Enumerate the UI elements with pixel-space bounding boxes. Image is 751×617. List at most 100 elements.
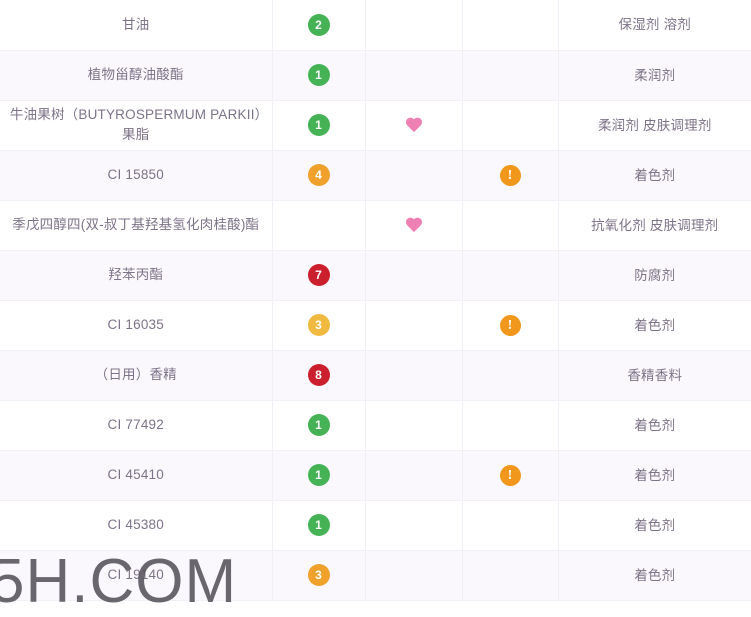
allergy-risk-cell: ! <box>462 300 559 351</box>
safety-score-badge: 8 <box>307 364 330 386</box>
warning-exclamation-icon: ! <box>499 314 521 336</box>
purpose-label: 着色剂 <box>634 467 676 483</box>
ingredient-name-cell: 季戊四醇四(双-叔丁基羟基氢化肉桂酸)酯 <box>0 200 273 251</box>
allergy-risk-cell <box>462 400 559 451</box>
acne-risk-cell <box>365 200 463 251</box>
safety-score-badge: 7 <box>307 264 330 286</box>
ingredient-safety-table: 甘油 2 保湿剂 溶剂植物甾醇油酸酯 1 柔润剂牛油果树（BUTYROSPERMUM P… <box>0 0 751 601</box>
ingredient-name-cell: CI 16035 <box>0 300 273 351</box>
purpose-cell: 着色剂 <box>558 300 751 351</box>
table-row[interactable]: CI 15850 4! 着色剂 <box>0 150 751 201</box>
safety-score-badge: 1 <box>307 114 330 136</box>
ingredient-name-cell: CI 15850 <box>0 150 273 201</box>
ingredient-name-label: 牛油果树（BUTYROSPERMUM PARKII）果脂 <box>9 107 262 142</box>
purpose-label: 香精香料 <box>627 367 683 383</box>
heart-icon <box>405 218 423 235</box>
ingredient-name-label: CI 16035 <box>107 317 164 332</box>
safety-score-badge: 1 <box>307 514 330 536</box>
table-row[interactable]: 牛油果树（BUTYROSPERMUM PARKII）果脂 1 柔润剂 皮肤调理剂 <box>0 100 751 151</box>
purpose-cell: 着色剂 <box>558 150 751 201</box>
ingredient-name-cell: CI 45410 <box>0 450 273 501</box>
acne-risk-cell <box>365 0 463 51</box>
acne-risk-cell <box>365 500 463 551</box>
allergy-risk-cell <box>462 100 559 151</box>
ingredient-name-label: CI 15850 <box>107 167 164 182</box>
ingredient-name-label: 甘油 <box>122 16 150 32</box>
table-row[interactable]: 季戊四醇四(双-叔丁基羟基氢化肉桂酸)酯 抗氧化剂 皮肤调理剂 <box>0 200 751 251</box>
purpose-cell: 柔润剂 <box>558 50 751 101</box>
safety-score-badge: 3 <box>307 564 330 586</box>
safety-score-badge: 2 <box>307 13 330 36</box>
table-row[interactable]: CI 19140 3 着色剂 <box>0 550 751 601</box>
table-row[interactable]: 羟苯丙酯 7 防腐剂 <box>0 250 751 301</box>
ingredient-name-label: 季戊四醇四(双-叔丁基羟基氢化肉桂酸)酯 <box>12 217 260 232</box>
acne-risk-cell <box>365 550 463 601</box>
safety-score-cell: 1 <box>272 450 366 501</box>
ingredient-name-label: CI 19140 <box>107 567 164 582</box>
allergy-risk-cell: ! <box>462 150 559 201</box>
purpose-cell: 柔润剂 皮肤调理剂 <box>558 100 751 151</box>
ingredient-name-label: 植物甾醇油酸酯 <box>87 67 184 82</box>
ingredient-name-cell: 羟苯丙酯 <box>0 250 273 301</box>
acne-risk-cell <box>365 50 463 101</box>
table-row[interactable]: CI 16035 3! 着色剂 <box>0 300 751 351</box>
purpose-cell: 香精香料 <box>558 350 751 401</box>
allergy-risk-cell <box>462 550 559 601</box>
ingredient-name-label: CI 77492 <box>107 417 164 432</box>
ingredient-name-cell: CI 77492 <box>0 400 273 451</box>
table-row[interactable]: CI 45380 1 着色剂 <box>0 500 751 551</box>
purpose-cell: 抗氧化剂 皮肤调理剂 <box>558 200 751 251</box>
acne-risk-cell <box>365 250 463 301</box>
allergy-risk-cell <box>462 200 559 251</box>
purpose-label: 防腐剂 <box>634 267 676 283</box>
safety-score-cell: 3 <box>272 550 366 601</box>
purpose-label: 着色剂 <box>634 167 676 183</box>
safety-score-cell: 1 <box>272 400 366 451</box>
ingredient-name-label: CI 45380 <box>107 517 164 532</box>
table-row[interactable]: CI 45410 1! 着色剂 <box>0 450 751 501</box>
ingredient-name-cell: CI 45380 <box>0 500 273 551</box>
warning-exclamation-icon: ! <box>499 164 521 186</box>
safety-score-badge: 3 <box>307 314 330 336</box>
ingredient-name-cell: 植物甾醇油酸酯 <box>0 50 273 101</box>
purpose-label: 柔润剂 皮肤调理剂 <box>597 117 712 133</box>
safety-score-cell: 1 <box>272 500 366 551</box>
allergy-risk-cell <box>462 350 559 401</box>
table-row[interactable]: CI 77492 1 着色剂 <box>0 400 751 451</box>
ingredient-name-label: CI 45410 <box>107 467 164 482</box>
table-row[interactable]: （日用）香精 8 香精香料 <box>0 350 751 401</box>
warning-exclamation-icon: ! <box>499 464 521 486</box>
table-row[interactable]: 植物甾醇油酸酯 1 柔润剂 <box>0 50 751 101</box>
purpose-cell: 着色剂 <box>558 500 751 551</box>
allergy-risk-cell <box>462 50 559 101</box>
purpose-cell: 防腐剂 <box>558 250 751 301</box>
acne-risk-cell <box>365 350 463 401</box>
purpose-cell: 着色剂 <box>558 450 751 501</box>
allergy-risk-cell: ! <box>462 450 559 501</box>
acne-risk-cell <box>365 400 463 451</box>
purpose-label: 着色剂 <box>634 417 676 433</box>
purpose-label: 保湿剂 溶剂 <box>618 17 691 33</box>
safety-score-cell: 4 <box>272 150 366 201</box>
safety-score-cell <box>272 200 366 251</box>
allergy-risk-cell <box>462 250 559 301</box>
ingredient-name-cell: CI 19140 <box>0 550 273 601</box>
purpose-label: 着色剂 <box>634 317 676 333</box>
safety-score-badge: 1 <box>307 64 330 86</box>
acne-risk-cell <box>365 150 463 201</box>
safety-score-badge: 4 <box>307 164 330 186</box>
table-body: 甘油 2 保湿剂 溶剂植物甾醇油酸酯 1 柔润剂牛油果树（BUTYROSPERMUM P… <box>0 0 751 601</box>
safety-score-badge: 1 <box>307 464 330 486</box>
purpose-label: 柔润剂 <box>634 67 676 83</box>
ingredient-name-cell: 甘油 <box>0 0 273 51</box>
purpose-label: 抗氧化剂 皮肤调理剂 <box>591 217 719 233</box>
safety-score-badge: 1 <box>307 414 330 436</box>
table-row[interactable]: 甘油 2 保湿剂 溶剂 <box>0 0 751 51</box>
safety-score-cell: 2 <box>272 0 366 51</box>
purpose-cell: 保湿剂 溶剂 <box>558 0 751 51</box>
safety-score-cell: 8 <box>272 350 366 401</box>
purpose-cell: 着色剂 <box>558 550 751 601</box>
ingredient-name-label: 羟苯丙酯 <box>108 267 164 282</box>
safety-score-cell: 7 <box>272 250 366 301</box>
acne-risk-cell <box>365 100 463 151</box>
